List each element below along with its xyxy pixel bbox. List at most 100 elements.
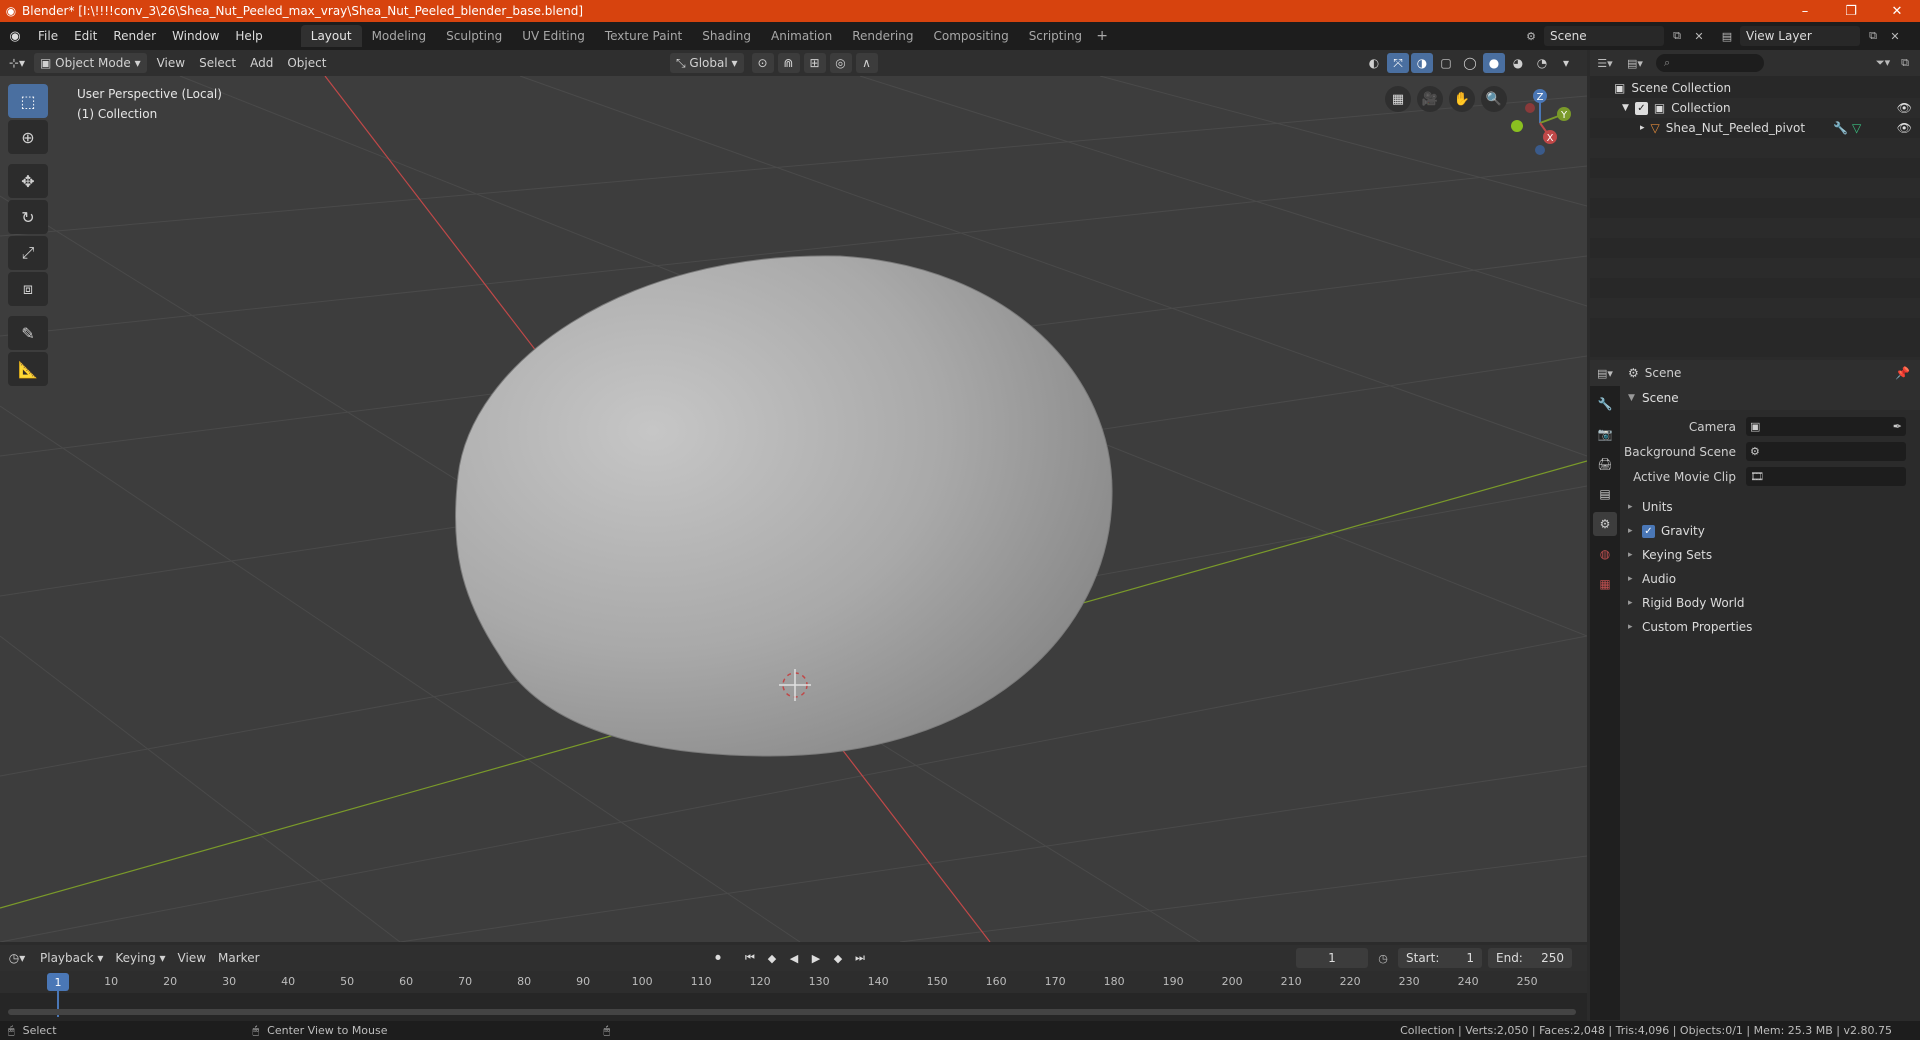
active-movie-clip-field[interactable]: 🎞 — [1746, 467, 1906, 486]
pivot-point-icon[interactable]: ⊙ — [751, 53, 774, 73]
tab-scripting[interactable]: Scripting — [1019, 25, 1092, 47]
visibility-icon[interactable]: ◐ — [1363, 53, 1385, 73]
properties-editor-type-icon[interactable]: ▤▾ — [1596, 363, 1614, 383]
output-tab-icon[interactable]: 🖨 — [1593, 452, 1617, 476]
visibility-eye-icon[interactable]: 👁 — [1897, 101, 1912, 115]
select-box-tool-icon[interactable]: ⬚ — [8, 84, 48, 118]
modifier-wrench-icon[interactable]: 🔧 — [1833, 121, 1848, 135]
tab-modeling[interactable]: Modeling — [362, 25, 437, 47]
record-icon[interactable]: ⏺ — [708, 948, 728, 968]
shading-rendered-icon[interactable]: ◔ — [1531, 53, 1553, 73]
close-button[interactable]: ✕ — [1874, 0, 1920, 22]
proportional-editing-icon[interactable]: ◎ — [829, 53, 852, 73]
render-tab-icon[interactable]: 📷 — [1593, 422, 1617, 446]
start-frame-field[interactable]: Start: 1 — [1398, 948, 1482, 968]
minimize-button[interactable]: – — [1782, 0, 1828, 22]
view-layer-tab-icon[interactable]: ▤ — [1593, 482, 1617, 506]
blender-menu-icon[interactable]: ◉ — [0, 22, 30, 50]
grid-view-icon[interactable]: ▦ — [1385, 86, 1411, 112]
view-layer-icon[interactable]: ▤ — [1718, 26, 1736, 46]
tab-uv-editing[interactable]: UV Editing — [512, 25, 595, 47]
orientation-dropdown[interactable]: ⤡ Global ▾ — [670, 53, 744, 73]
jump-keyframe-forward-icon[interactable]: ◆ — [828, 948, 848, 968]
tab-sculpting[interactable]: Sculpting — [436, 25, 512, 47]
jump-end-icon[interactable]: ⏭ — [850, 948, 870, 968]
menu-object[interactable]: Object — [281, 53, 332, 73]
zoom-view-icon[interactable]: 🔍 — [1481, 86, 1507, 112]
menu-playback[interactable]: Playback ▾ — [34, 948, 109, 968]
outliner-row-scene-collection[interactable]: ▣ Scene Collection — [1590, 78, 1920, 98]
move-tool-icon[interactable]: ✥ — [8, 164, 48, 198]
expand-triangle-icon[interactable]: ▼ — [1622, 103, 1629, 113]
eyedropper-icon[interactable]: ✒ — [1893, 420, 1902, 433]
mode-dropdown[interactable]: ▣ Object Mode ▾ — [34, 53, 147, 73]
background-scene-field[interactable]: ⚙ — [1746, 442, 1906, 461]
pin-icon[interactable]: 📌 — [1895, 366, 1910, 380]
shading-wireframe-icon[interactable]: ◯ — [1459, 53, 1481, 73]
menu-keying[interactable]: Keying ▾ — [109, 948, 171, 968]
rotate-tool-icon[interactable]: ↻ — [8, 200, 48, 234]
rigid-body-world-panel-header[interactable]: ▸ Rigid Body World — [1620, 591, 1920, 615]
units-panel-header[interactable]: ▸ Units — [1620, 495, 1920, 519]
delete-view-layer-icon[interactable]: ✕ — [1886, 26, 1904, 46]
jump-start-icon[interactable]: ⏮ — [740, 948, 760, 968]
play-reverse-icon[interactable]: ◀ — [784, 948, 804, 968]
audio-panel-header[interactable]: ▸ Audio — [1620, 567, 1920, 591]
scale-tool-icon[interactable]: ⤢ — [8, 236, 48, 270]
timeline-scrollbar[interactable] — [8, 1009, 1576, 1015]
tab-rendering[interactable]: Rendering — [842, 25, 923, 47]
collection-checkbox[interactable]: ✓ — [1634, 101, 1648, 115]
playhead-frame-indicator[interactable]: 1 — [47, 973, 69, 991]
frame-ruler[interactable]: 10 20 30 40 50 60 70 80 90 100 110 120 130 140 150 160 1… — [0, 971, 1587, 993]
annotate-tool-icon[interactable]: ✎ — [8, 316, 48, 350]
maximize-button[interactable]: ❐ — [1828, 0, 1874, 22]
scene-name-field[interactable]: Scene — [1544, 26, 1664, 46]
shading-material-icon[interactable]: ◕ — [1507, 53, 1529, 73]
outliner-row-object[interactable]: ▸ ▽ Shea_Nut_Peeled_pivot 🔧 ▽ 👁 — [1590, 118, 1920, 138]
tab-texture-paint[interactable]: Texture Paint — [595, 25, 692, 47]
gizmo-toggle-icon[interactable]: ⤧ — [1387, 53, 1409, 73]
new-collection-icon[interactable]: ⧉ — [1896, 53, 1914, 73]
menu-view[interactable]: View — [151, 53, 191, 73]
tab-layout[interactable]: Layout — [300, 25, 362, 47]
display-mode-icon[interactable]: ▤▾ — [1626, 53, 1644, 73]
new-view-layer-icon[interactable]: ⧉ — [1864, 26, 1882, 46]
new-scene-icon[interactable]: ⧉ — [1668, 26, 1686, 46]
menu-marker[interactable]: Marker — [212, 948, 265, 968]
transform-tool-icon[interactable]: ⧈ — [8, 272, 48, 306]
mesh-data-icon[interactable]: ▽ — [1852, 121, 1861, 135]
outliner-row-collection[interactable]: ▼ ✓ ▣ Collection 👁 — [1590, 98, 1920, 118]
visibility-eye-icon[interactable]: 👁 — [1897, 121, 1912, 135]
keying-sets-panel-header[interactable]: ▸ Keying Sets — [1620, 543, 1920, 567]
menu-help[interactable]: Help — [227, 22, 270, 50]
camera-field[interactable]: ▣ ✒ — [1746, 417, 1906, 436]
editor-type-icon[interactable]: ⊹▾ — [0, 53, 34, 73]
add-workspace-icon[interactable]: + — [1092, 25, 1112, 47]
shading-options-icon[interactable]: ▾ — [1555, 53, 1577, 73]
play-icon[interactable]: ▶ — [806, 948, 826, 968]
snap-icon[interactable]: ⋒ — [777, 53, 800, 73]
menu-select[interactable]: Select — [193, 53, 242, 73]
menu-window[interactable]: Window — [164, 22, 227, 50]
filter-icon[interactable]: ⏷▾ — [1874, 53, 1892, 73]
jump-keyframe-back-icon[interactable]: ◆ — [762, 948, 782, 968]
timeline-editor-type-icon[interactable]: ◷▾ — [0, 948, 34, 968]
camera-view-icon[interactable]: 🎥 — [1417, 86, 1443, 112]
menu-file[interactable]: File — [30, 22, 66, 50]
tab-animation[interactable]: Animation — [761, 25, 842, 47]
current-frame-field[interactable]: 1 — [1296, 948, 1368, 968]
pan-view-icon[interactable]: ✋ — [1449, 86, 1475, 112]
menu-timeline-view[interactable]: View — [172, 948, 212, 968]
overlay-toggle-icon[interactable]: ◑ — [1411, 53, 1433, 73]
preview-range-icon[interactable]: ◷ — [1374, 948, 1392, 968]
3d-viewport[interactable]: User Perspective (Local) (1) Collection … — [0, 76, 1587, 942]
outliner-search-input[interactable]: ⌕ — [1656, 54, 1764, 72]
expand-triangle-icon[interactable]: ▸ — [1640, 123, 1645, 133]
scene-icon[interactable]: ⚙ — [1522, 26, 1540, 46]
world-tab-icon[interactable]: ◍ — [1593, 542, 1617, 566]
menu-edit[interactable]: Edit — [66, 22, 105, 50]
view-layer-field[interactable]: View Layer — [1740, 26, 1860, 46]
texture-tab-icon[interactable]: ▦ — [1593, 572, 1617, 596]
custom-properties-panel-header[interactable]: ▸ Custom Properties — [1620, 615, 1920, 639]
timeline-area[interactable]: 10 20 30 40 50 60 70 80 90 100 110 120 130 140 150 160 1… — [0, 971, 1587, 1021]
